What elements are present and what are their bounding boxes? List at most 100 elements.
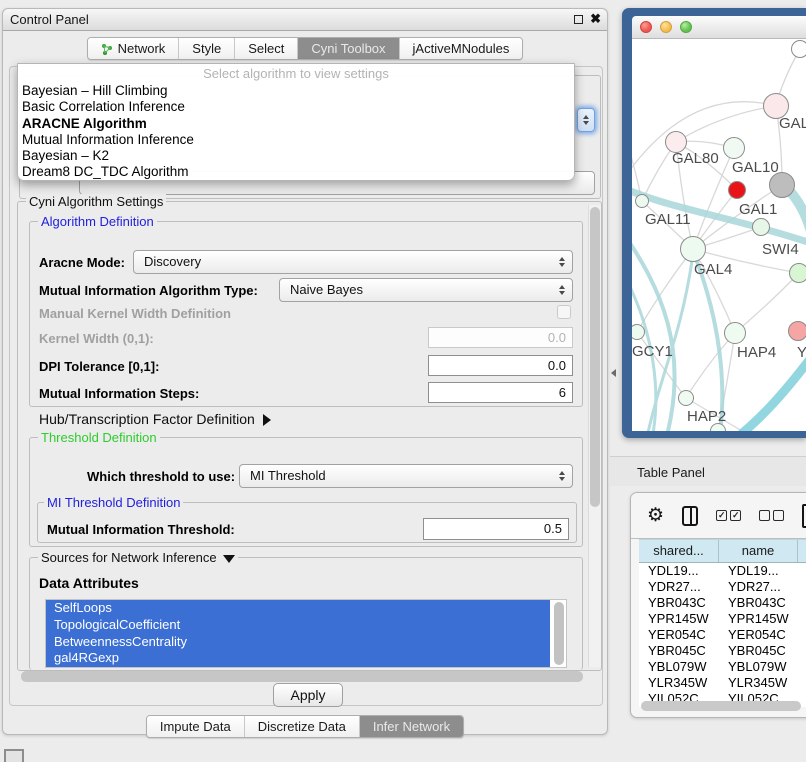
aracne-mode-label: Aracne Mode: <box>39 255 125 270</box>
document-icon[interactable] <box>802 504 806 528</box>
tab-select[interactable]: Select <box>234 38 297 59</box>
table-row[interactable]: YER054CYER054C8. <box>639 627 806 643</box>
select-all-columns-button[interactable]: ✓✓ <box>716 510 741 521</box>
settings-hscrollbar-thumb[interactable] <box>21 671 583 682</box>
algorithm-combo-arrow[interactable] <box>577 108 595 132</box>
tab-infer-network[interactable]: Infer Network <box>359 716 463 737</box>
network-view-window[interactable]: GALGAL80GAL10GAL11GAL1SWI4GAL4GCY1HAP4YH… <box>622 8 806 438</box>
panel-divider-grip[interactable] <box>611 369 616 377</box>
algorithm-definition-title: Algorithm Definition <box>38 214 157 229</box>
table-row[interactable]: YBR043CYBR043C <box>639 595 806 611</box>
table-cell: YBR043C <box>719 595 798 611</box>
table-hscrollbar-thumb[interactable] <box>641 701 801 711</box>
network-node[interactable] <box>769 172 795 198</box>
attributes-vscrollbar-thumb[interactable] <box>554 602 564 665</box>
manual-kernel-label: Manual Kernel Width Definition <box>39 306 231 321</box>
which-threshold-combo[interactable]: MI Threshold <box>239 464 573 488</box>
manual-kernel-checkbox[interactable] <box>557 305 571 319</box>
attribute-item[interactable]: SelfLoops <box>46 600 550 617</box>
apply-button[interactable]: Apply <box>273 683 343 707</box>
table-cell: YBL079W <box>719 659 798 675</box>
attribute-item[interactable]: BetweennessCentrality <box>46 634 550 651</box>
network-node-swi4[interactable] <box>789 263 806 283</box>
network-node-hap2[interactable] <box>678 390 694 406</box>
attribute-item[interactable]: TopologicalCoefficient <box>46 617 550 634</box>
column-header-name[interactable]: name <box>719 540 798 562</box>
tab-style[interactable]: Style <box>178 38 234 59</box>
tab-cyni-toolbox[interactable]: Cyni Toolbox <box>297 38 398 59</box>
gear-icon[interactable]: ⚙ <box>647 506 664 525</box>
close-traffic-button[interactable] <box>640 21 652 33</box>
mi-type-combo[interactable]: Naive Bayes <box>279 278 573 302</box>
network-node-gal11[interactable] <box>635 194 649 208</box>
algorithm-option[interactable]: ARACNE Algorithm <box>18 116 574 132</box>
collapsed-arrow-icon <box>263 414 271 426</box>
table-row[interactable]: YLR345WYLR345W9. <box>639 675 806 691</box>
tab-discretize-data[interactable]: Discretize Data <box>244 716 359 737</box>
control-panel-window: Control Panel ✖ Network Style Select Cyn… <box>2 8 608 735</box>
kernel-width-field[interactable]: 0.0 <box>428 327 573 348</box>
tab-jactivemnodules[interactable]: jActiveMNodules <box>399 38 523 59</box>
table-row[interactable]: YDR27...YDR27...12 <box>639 579 806 595</box>
node-label: GAL4 <box>694 261 732 278</box>
column-header-shared-name[interactable]: shared... <box>639 540 719 562</box>
zoom-traffic-button[interactable] <box>680 21 692 33</box>
close-window-button[interactable]: ✖ <box>590 11 601 27</box>
node-label: Y <box>797 344 806 361</box>
minimize-traffic-button[interactable] <box>660 21 672 33</box>
table-cell: YLR345W <box>719 675 798 691</box>
table-cell <box>798 595 806 611</box>
kernel-width-label: Kernel Width (0,1): <box>39 331 154 346</box>
network-canvas[interactable]: GALGAL80GAL10GAL11GAL1SWI4GAL4GCY1HAP4YH… <box>632 39 806 431</box>
node-label: GCY1 <box>632 343 673 360</box>
control-panel-titlebar: Control Panel ✖ <box>3 9 607 31</box>
combo-spinner-icon <box>559 251 565 273</box>
network-node[interactable] <box>728 181 746 199</box>
network-node-gal4[interactable] <box>680 236 706 262</box>
data-attributes-list[interactable]: SelfLoopsTopologicalCoefficientBetweenne… <box>45 599 567 668</box>
dpi-tolerance-field[interactable]: 0.0 <box>428 355 573 376</box>
table-row[interactable]: YBL079WYBL079W <box>639 659 806 675</box>
table-cell: YPR145W <box>639 611 719 627</box>
node-label: GAL80 <box>672 150 719 167</box>
settings-vscrollbar-thumb[interactable] <box>590 207 600 507</box>
float-window-button[interactable] <box>574 15 583 24</box>
network-node[interactable] <box>791 40 806 58</box>
column-header-third[interactable] <box>798 540 806 562</box>
columns-icon[interactable] <box>682 506 698 526</box>
network-node-y[interactable] <box>788 321 806 341</box>
algorithm-option[interactable]: Dream8 DC_TDC Algorithm <box>18 164 574 180</box>
algorithm-option[interactable]: Mutual Information Inference <box>18 132 574 148</box>
algorithm-option[interactable]: Bayesian – K2 <box>18 148 574 164</box>
table-row[interactable]: YPR145WYPR145W9. <box>639 611 806 627</box>
attribute-item[interactable]: gal4RGexp <box>46 650 550 667</box>
table-cell: YBL079W <box>639 659 719 675</box>
network-node-hap4[interactable] <box>724 322 746 344</box>
bottom-tabstrip: Impute Data Discretize Data Infer Networ… <box>3 715 607 738</box>
hub-definition-toggle[interactable]: Hub/Transcription Factor Definition <box>39 411 271 427</box>
table-cell: 13 <box>798 563 806 579</box>
network-node-gal10[interactable] <box>723 137 745 159</box>
node-label: GAL11 <box>645 211 691 228</box>
node-table[interactable]: shared... name YDL19...YDL19...13YDR27..… <box>639 539 806 707</box>
attr-items: SelfLoopsTopologicalCoefficientBetweenne… <box>46 600 566 667</box>
table-cell: YBR045C <box>639 643 719 659</box>
table-row[interactable]: YDL19...YDL19...13 <box>639 563 806 579</box>
settings-vscrollbar[interactable] <box>588 205 601 667</box>
deselect-all-columns-button[interactable] <box>759 510 784 521</box>
table-row[interactable]: YBR045CYBR045C9. <box>639 643 806 659</box>
tab-network[interactable]: Network <box>88 38 179 59</box>
tab-impute-data[interactable]: Impute Data <box>147 716 244 737</box>
settings-group-title: Cyni Algorithm Settings <box>26 194 166 209</box>
data-attributes-label: Data Attributes <box>39 575 139 591</box>
mi-steps-label: Mutual Information Steps: <box>39 386 199 401</box>
algorithm-option[interactable]: Bayesian – Hill Climbing <box>18 83 574 99</box>
mi-steps-field[interactable]: 6 <box>428 382 573 403</box>
table-cell: YDL19... <box>719 563 798 579</box>
algorithm-option[interactable]: Basic Correlation Inference <box>18 99 574 115</box>
mi-threshold-field[interactable]: 0.5 <box>423 518 569 540</box>
network-node-gal1[interactable] <box>752 218 770 236</box>
collapsed-panel-icon[interactable] <box>4 749 24 762</box>
aracne-mode-combo[interactable]: Discovery <box>133 250 573 274</box>
mi-type-label: Mutual Information Algorithm Type: <box>39 283 258 298</box>
